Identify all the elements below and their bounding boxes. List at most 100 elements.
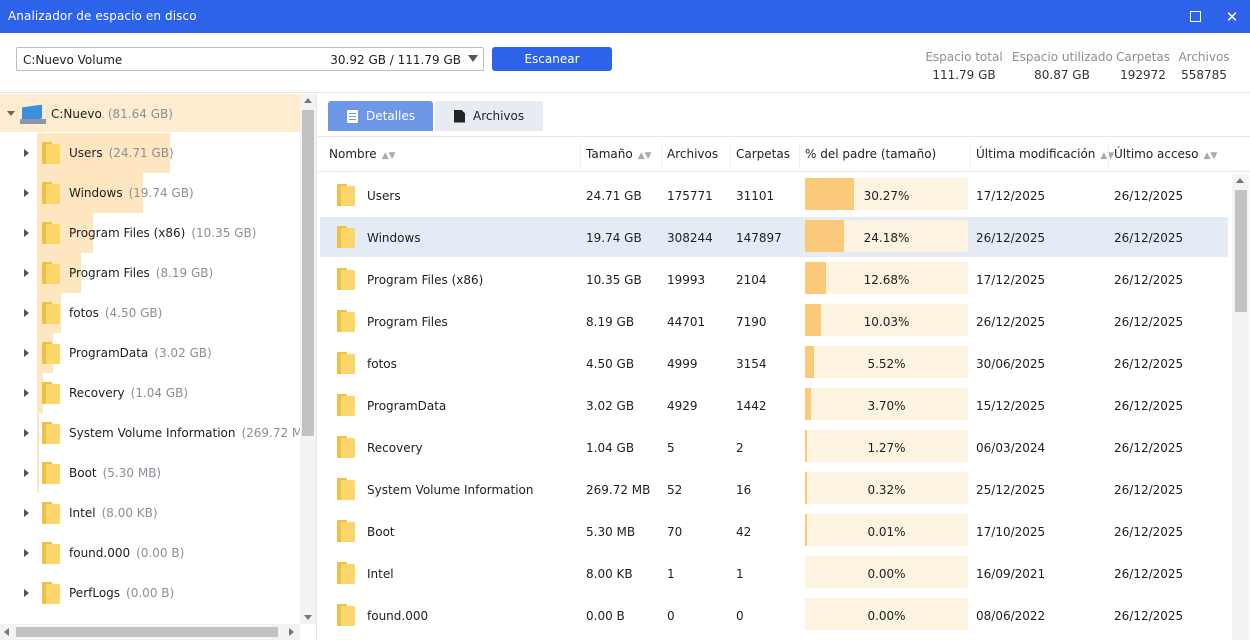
table-row[interactable]: Recovery 1.04 GB 5 2 06/03/2024 26/12/2025 1.2… bbox=[320, 427, 1228, 467]
scrollbar-thumb[interactable] bbox=[1235, 190, 1247, 312]
close-button[interactable]: ✕ bbox=[1214, 0, 1250, 33]
expand-arrow-icon[interactable] bbox=[24, 429, 29, 437]
table-row[interactable]: Program Files 8.19 GB 44701 7190 26/12/2025 2… bbox=[320, 301, 1228, 341]
table-row[interactable]: Program Files (x86) 10.35 GB 19993 2104 17/1… bbox=[320, 259, 1228, 299]
cell-size: 1.04 GB bbox=[586, 441, 635, 455]
expand-arrow-icon[interactable] bbox=[24, 309, 29, 317]
tree-item[interactable]: ProgramData (3.02 GB) bbox=[0, 333, 300, 373]
tree-item-label: Windows (19.74 GB) bbox=[69, 186, 194, 200]
scroll-down-icon[interactable] bbox=[304, 615, 312, 620]
folder-icon bbox=[337, 268, 355, 290]
expand-arrow-icon[interactable] bbox=[24, 589, 29, 597]
tree-item[interactable]: Program Files (8.19 GB) bbox=[0, 253, 300, 293]
cell-name: Recovery bbox=[367, 441, 423, 455]
expand-arrow-icon[interactable] bbox=[24, 189, 29, 197]
cell-modified: 06/03/2024 bbox=[976, 441, 1046, 455]
table-vertical-scrollbar[interactable] bbox=[1232, 174, 1249, 640]
scroll-right-icon[interactable] bbox=[289, 628, 294, 636]
folder-icon bbox=[337, 604, 355, 626]
column-header-folders[interactable]: Carpetas bbox=[736, 147, 790, 161]
scan-button[interactable]: Escanear bbox=[492, 47, 612, 71]
tree-item[interactable]: Windows (19.74 GB) bbox=[0, 173, 300, 213]
table-row[interactable]: Intel 8.00 KB 1 1 16/09/2021 26/12/2025 0.00% bbox=[320, 553, 1228, 593]
tab-files[interactable]: Archivos bbox=[435, 101, 543, 131]
expand-arrow-icon[interactable] bbox=[24, 229, 29, 237]
folder-icon bbox=[42, 502, 60, 524]
scrollbar-thumb[interactable] bbox=[16, 627, 278, 637]
cell-percent: 1.27% bbox=[867, 441, 906, 455]
title-bar: Analizador de espacio en disco ✕ bbox=[0, 0, 1250, 33]
expand-arrow-icon[interactable] bbox=[24, 469, 29, 477]
tree-item[interactable]: Boot (5.30 MB) bbox=[0, 453, 300, 493]
cell-accessed: 26/12/2025 bbox=[1114, 273, 1184, 287]
expand-arrow-icon[interactable] bbox=[24, 269, 29, 277]
tree-item[interactable]: Recovery (1.04 GB) bbox=[0, 373, 300, 413]
cell-size: 8.00 KB bbox=[586, 567, 633, 581]
column-header-name[interactable]: Nombre ▲▼ bbox=[329, 147, 396, 161]
table-row[interactable]: found.000 0.00 B 0 0 08/06/2022 26/12/2025 0.0… bbox=[320, 595, 1228, 635]
tree-vertical-scrollbar[interactable] bbox=[300, 94, 316, 624]
cell-folders: 16 bbox=[736, 483, 752, 497]
drive-select[interactable]: C:Nuevo Volume 30.92 GB / 111.79 GB bbox=[16, 47, 484, 71]
sort-icon: ▲▼ bbox=[637, 151, 652, 161]
table-row[interactable]: fotos 4.50 GB 4999 3154 30/06/2025 26/12/2025… bbox=[320, 343, 1228, 383]
folder-icon bbox=[42, 382, 60, 404]
maximize-icon bbox=[1189, 11, 1201, 22]
expand-arrow-icon[interactable] bbox=[24, 349, 29, 357]
folder-icon bbox=[42, 462, 60, 484]
folder-icon bbox=[337, 562, 355, 584]
table-row[interactable]: System Volume Information 269.72 MB 52 16 25… bbox=[320, 469, 1228, 509]
cell-modified: 26/12/2025 bbox=[976, 231, 1046, 245]
tree-item[interactable]: found.000 (0.00 B) bbox=[0, 533, 300, 573]
column-header-files[interactable]: Archivos bbox=[667, 147, 718, 161]
table-row[interactable]: Users 24.71 GB 175771 31101 17/12/2025 26/12/… bbox=[320, 175, 1228, 215]
column-header-percent[interactable]: % del padre (tamaño) bbox=[805, 147, 936, 161]
tree-item-label: Recovery (1.04 GB) bbox=[69, 386, 189, 400]
table-row[interactable]: Windows 19.74 GB 308244 147897 26/12/2025 26/… bbox=[320, 217, 1228, 257]
maximize-button[interactable] bbox=[1177, 0, 1213, 33]
cell-files: 308244 bbox=[667, 231, 713, 245]
column-header-size[interactable]: Tamaño ▲▼ bbox=[586, 147, 652, 161]
expand-arrow-icon[interactable] bbox=[24, 509, 29, 517]
column-header-accessed[interactable]: Último acceso ▲▼ bbox=[1114, 147, 1217, 161]
scroll-up-icon[interactable] bbox=[304, 98, 312, 103]
tree-root-item[interactable]: C:Nuevo (81.64 GB) bbox=[0, 94, 300, 132]
expand-arrow-icon[interactable] bbox=[24, 389, 29, 397]
tree-item[interactable]: Users (24.71 GB) bbox=[0, 133, 300, 173]
tree-item[interactable]: PerfLogs (0.00 B) bbox=[0, 573, 300, 613]
table-row[interactable]: Boot 5.30 MB 70 42 17/10/2025 26/12/2025 0.01% bbox=[320, 511, 1228, 551]
cell-percent: 30.27% bbox=[863, 189, 910, 203]
stat-used-space: Espacio utilizado 80.87 GB bbox=[1012, 50, 1113, 82]
scrollbar-thumb[interactable] bbox=[302, 110, 314, 436]
cell-size: 8.19 GB bbox=[586, 315, 635, 329]
cell-folders: 147897 bbox=[736, 231, 782, 245]
collapse-arrow-icon[interactable] bbox=[7, 111, 15, 116]
table-row[interactable]: ProgramData 3.02 GB 4929 1442 15/12/2025 26/1… bbox=[320, 385, 1228, 425]
folder-icon bbox=[337, 394, 355, 416]
expand-arrow-icon[interactable] bbox=[24, 149, 29, 157]
tree-item[interactable]: Program Files (x86) (10.35 GB) bbox=[0, 213, 300, 253]
tree-horizontal-scrollbar[interactable] bbox=[0, 624, 300, 640]
expand-arrow-icon[interactable] bbox=[24, 549, 29, 557]
tree-item[interactable]: fotos (4.50 GB) bbox=[0, 293, 300, 333]
stat-folders: Carpetas 192972 bbox=[1114, 50, 1172, 82]
cell-name: Intel bbox=[367, 567, 394, 581]
column-header-modified[interactable]: Última modificación▲▼ bbox=[976, 147, 1114, 161]
cell-size: 5.30 MB bbox=[586, 525, 636, 539]
folder-icon bbox=[337, 478, 355, 500]
cell-accessed: 26/12/2025 bbox=[1114, 567, 1184, 581]
cell-size: 269.72 MB bbox=[586, 483, 651, 497]
cell-accessed: 26/12/2025 bbox=[1114, 441, 1184, 455]
scroll-up-icon[interactable] bbox=[1236, 178, 1244, 183]
stat-value: 80.87 GB bbox=[1034, 68, 1090, 82]
stat-value: 111.79 GB bbox=[932, 68, 996, 82]
tab-details[interactable]: Detalles bbox=[328, 101, 433, 131]
cell-accessed: 26/12/2025 bbox=[1114, 189, 1184, 203]
tree-item[interactable]: System Volume Information (269.72 MB) bbox=[0, 413, 315, 453]
tree-item-label: fotos (4.50 GB) bbox=[69, 306, 163, 320]
scroll-left-icon[interactable] bbox=[4, 628, 9, 636]
stat-files: Archivos 558785 bbox=[1176, 50, 1232, 82]
cell-accessed: 26/12/2025 bbox=[1114, 525, 1184, 539]
cell-modified: 17/12/2025 bbox=[976, 273, 1046, 287]
tree-item[interactable]: Intel (8.00 KB) bbox=[0, 493, 300, 533]
